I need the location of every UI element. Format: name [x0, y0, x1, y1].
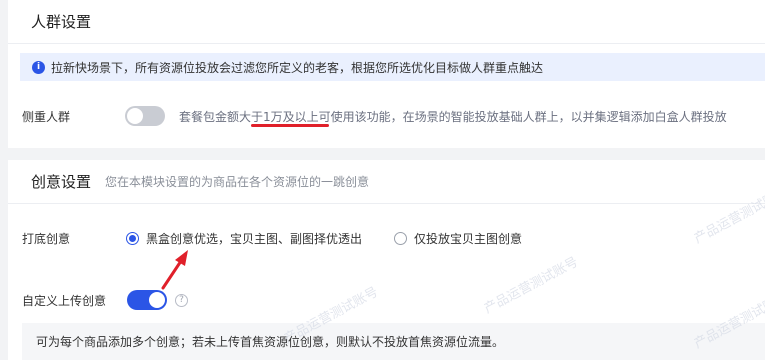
creative-settings-title: 创意设置 [31, 173, 92, 191]
radio-main-image-only[interactable]: 仅投放宝贝主图创意 [394, 230, 522, 247]
radio-button-checked[interactable] [126, 232, 139, 245]
toggle-knob [149, 292, 165, 308]
custom-upload-label: 自定义上传创意 [22, 293, 107, 308]
focus-crowd-description-wrap: 套餐包金额大于1万及以上可使用该功能，在场景的智能投放基础人群上，以并集逻辑添加… [179, 108, 727, 127]
fallback-creative-row: 打底创意 黑盒创意优选，宝贝主图、副图择优透出 仅投放宝贝主图创意 [22, 230, 522, 247]
fallback-creative-label: 打底创意 [22, 232, 71, 246]
red-arrow-annotation [161, 250, 188, 290]
radio-main-image-label: 仅投放宝贝主图创意 [414, 232, 523, 246]
focus-crowd-label: 侧重人群 [22, 109, 71, 124]
info-icon: i [32, 60, 45, 74]
crowd-notice-text: 拉新快场景下，所有资源位投放会过滤您所定义的老客，根据您所选优化目标做人群重点触… [51, 60, 544, 75]
custom-upload-toggle[interactable] [127, 290, 167, 310]
radio-blackbox-label: 黑盒创意优选，宝贝主图、副图择优透出 [146, 232, 363, 246]
creative-settings-subtitle: 您在本模块设置的为商品在各个资源位的一跳创意 [105, 175, 370, 189]
crowd-settings-header: 人群设置 [8, 0, 765, 44]
red-underline-annotation [251, 123, 329, 127]
custom-upload-note-text: 可为每个商品添加多个创意；若未上传首焦资源位创意，则默认不投放首焦资源位流量。 [36, 335, 505, 349]
radio-blackbox-optimized[interactable]: 黑盒创意优选，宝贝主图、副图择优透出 [126, 230, 362, 247]
custom-upload-row: 自定义上传创意 ? [22, 290, 188, 310]
radio-button-unchecked[interactable] [394, 232, 408, 245]
crowd-notice-banner: i 拉新快场景下，所有资源位投放会过滤您所定义的老客，根据您所选优化目标做人群重… [20, 53, 765, 81]
crowd-settings-title: 人群设置 [31, 13, 92, 31]
custom-upload-note: 可为每个商品添加多个创意；若未上传首焦资源位创意，则默认不投放首焦资源位流量。 [22, 323, 765, 360]
creative-settings-header: 创意设置 您在本模块设置的为商品在各个资源位的一跳创意 [8, 160, 765, 204]
help-icon[interactable]: ? [175, 293, 188, 307]
focus-crowd-row: 侧重人群 套餐包金额大于1万及以上可使用该功能，在场景的智能投放基础人群上，以并… [22, 106, 727, 127]
focus-crowd-toggle[interactable] [125, 106, 165, 126]
toggle-knob [127, 108, 143, 124]
focus-crowd-description: 套餐包金额大于1万及以上可使用该功能，在场景的智能投放基础人群上，以并集逻辑添加… [179, 109, 727, 124]
